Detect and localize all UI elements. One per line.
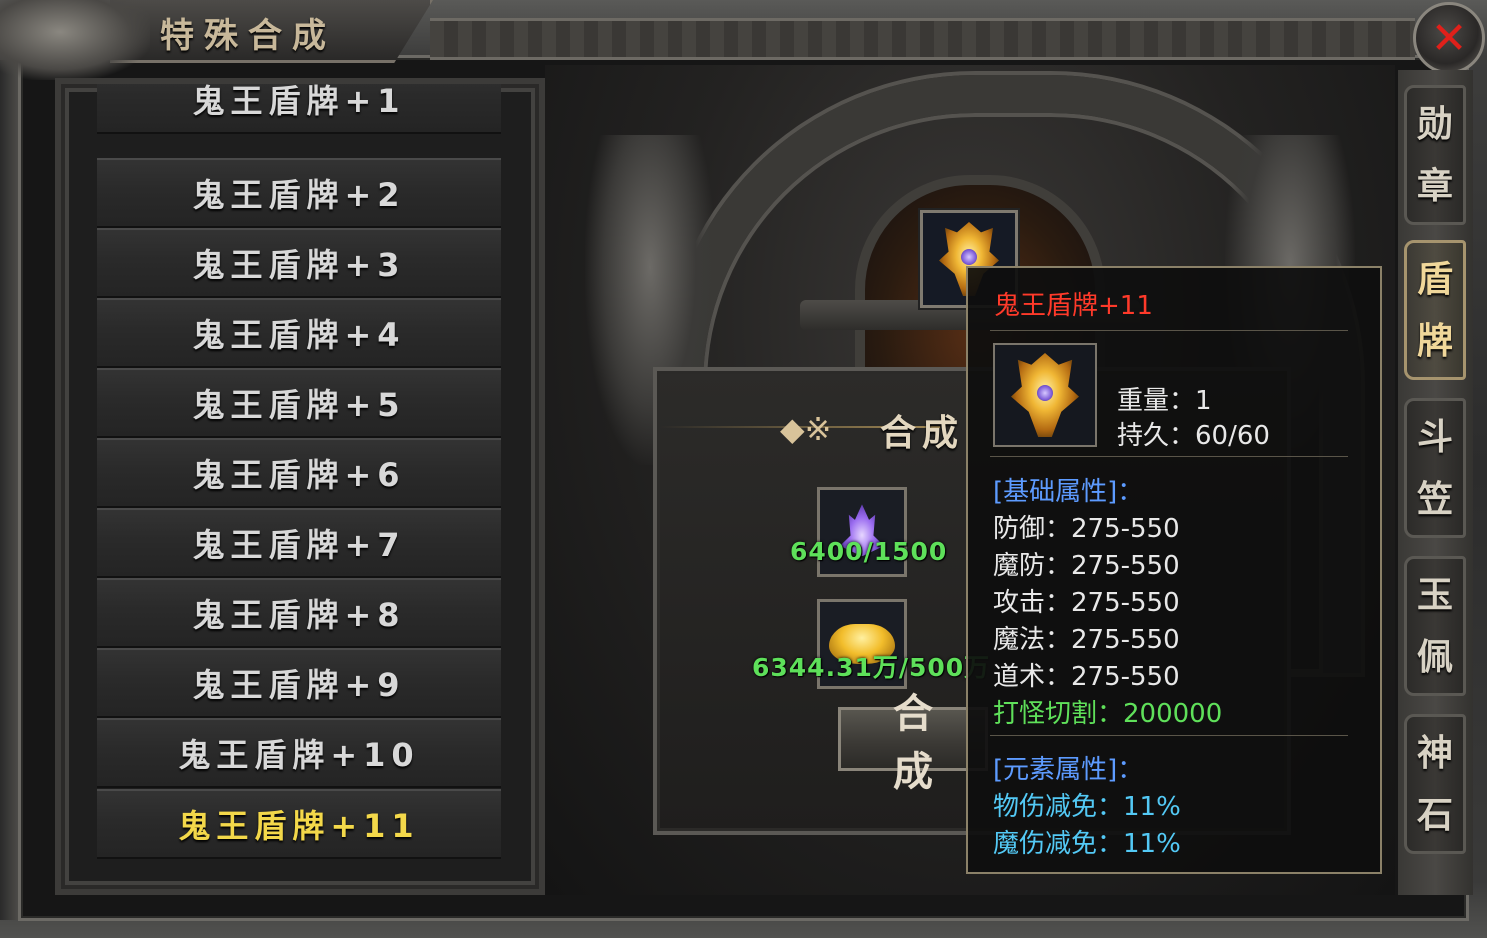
tooltip-item-name: 鬼王盾牌+11 [994, 291, 1153, 321]
tab-label: 盾 [1416, 258, 1453, 300]
close-button[interactable]: ✕ [1413, 2, 1485, 74]
tooltip-weight: 重量：1 [1117, 386, 1212, 416]
tooltip-stat: 魔法：275-550 [993, 625, 1180, 655]
tab-label: 勋 [1416, 103, 1453, 145]
tab-label: 玉 [1416, 574, 1453, 616]
tooltip-durability: 持久：60/60 [1117, 421, 1270, 451]
top-rail [430, 18, 1415, 60]
tooltip-special-stat: 打怪切割：200000 [993, 699, 1223, 729]
tooltip-divider [990, 456, 1348, 457]
tooltip-element-stat: 物伤减免：11% [993, 792, 1181, 822]
close-icon: ✕ [1430, 12, 1468, 64]
tab-label: 佩 [1416, 636, 1453, 678]
tooltip-stat: 魔防：275-550 [993, 551, 1180, 581]
recipe-item-selected[interactable]: 鬼王盾牌+11 [97, 789, 501, 859]
window-title: 特殊合成 [160, 16, 336, 56]
tab-jade[interactable]: 玉 佩 [1404, 556, 1466, 696]
tooltip-element-stat: 魔伤减免：11% [993, 829, 1181, 859]
tab-label: 石 [1416, 794, 1453, 836]
tooltip-stat: 攻击：275-550 [993, 588, 1180, 618]
tooltip-item-slot [993, 343, 1097, 447]
tab-medal[interactable]: 勋 章 [1404, 85, 1466, 225]
tab-label: 斗 [1416, 416, 1453, 458]
dragon-ornament-icon [0, 0, 150, 80]
tooltip-stat: 道术：275-550 [993, 662, 1180, 692]
recipe-list[interactable]: 鬼王盾牌+1 鬼王盾牌+2 鬼王盾牌+3 鬼王盾牌+4 鬼王盾牌+5 鬼王盾牌+… [97, 84, 501, 874]
recipe-item[interactable]: 鬼王盾牌+2 [97, 158, 501, 228]
material-count: 6400/1500 [790, 537, 948, 566]
recipe-item[interactable]: 鬼王盾牌+8 [97, 578, 501, 648]
recipe-item[interactable]: 鬼王盾牌+6 [97, 438, 501, 508]
left-edge-trim [0, 60, 18, 920]
recipe-item[interactable]: 鬼王盾牌+3 [97, 228, 501, 298]
tooltip-stat: 防御：275-550 [993, 514, 1180, 544]
recipe-item[interactable]: 鬼王盾牌+10 [97, 718, 501, 788]
gem-icon [1037, 385, 1053, 401]
recipe-item[interactable]: 鬼王盾牌+9 [97, 648, 501, 718]
gem-icon [961, 249, 977, 266]
tab-label: 章 [1416, 165, 1453, 207]
tab-hat[interactable]: 斗 笠 [1404, 398, 1466, 538]
title-ornament-icon: ◆※ [780, 410, 832, 448]
tab-divine-stone[interactable]: 神 石 [1404, 714, 1466, 854]
synthesis-title: 合成 [880, 412, 965, 454]
tab-label: 牌 [1416, 320, 1453, 362]
recipe-list-panel[interactable]: 鬼王盾牌+1 鬼王盾牌+2 鬼王盾牌+3 鬼王盾牌+4 鬼王盾牌+5 鬼王盾牌+… [55, 78, 545, 895]
tab-shield[interactable]: 盾 牌 [1404, 240, 1466, 380]
tab-label: 笠 [1416, 478, 1453, 520]
recipe-item[interactable]: 鬼王盾牌+1 [97, 84, 501, 134]
tab-label: 神 [1416, 732, 1453, 774]
tooltip-element-header: [元素属性]： [993, 755, 1144, 785]
recipe-item[interactable]: 鬼王盾牌+5 [97, 368, 501, 438]
recipe-item[interactable]: 鬼王盾牌+7 [97, 508, 501, 578]
tooltip-divider [990, 735, 1348, 736]
tooltip-base-header: [基础属性]： [993, 477, 1144, 507]
material-count: 6344.31万/500万 [752, 653, 991, 682]
tooltip-divider [990, 330, 1348, 331]
recipe-item[interactable]: 鬼王盾牌+4 [97, 298, 501, 368]
